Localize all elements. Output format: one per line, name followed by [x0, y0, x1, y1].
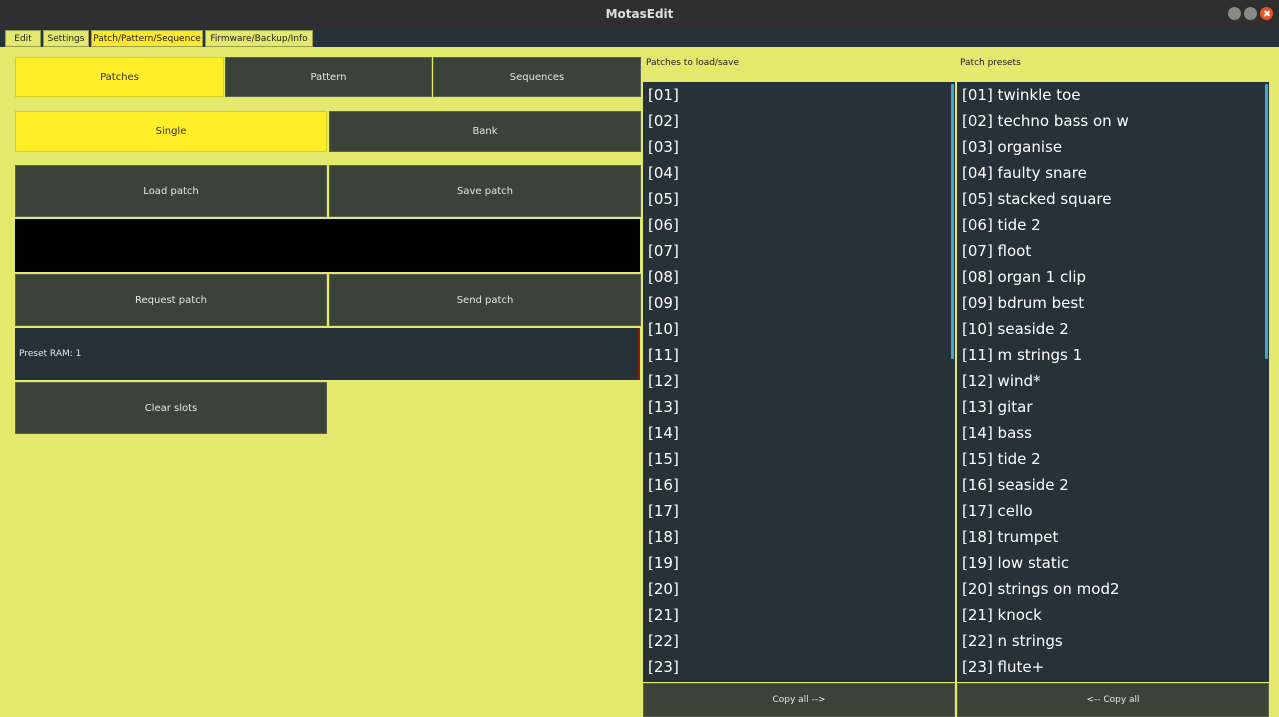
list-item[interactable]: [22]	[643, 628, 955, 654]
patch-presets-list[interactable]: [01] twinkle toe [02] techno bass on w […	[957, 82, 1269, 682]
maximize-icon[interactable]	[1244, 7, 1257, 20]
list-item[interactable]: [17] cello	[957, 498, 1269, 524]
list-item[interactable]: [11]	[643, 342, 955, 368]
list-item[interactable]: [16] seaside 2	[957, 472, 1269, 498]
pattern-mode-button[interactable]: Pattern	[225, 57, 432, 97]
list-item[interactable]: [06] tide 2	[957, 212, 1269, 238]
list-item[interactable]: [15]	[643, 446, 955, 472]
list-item[interactable]: [14] bass	[957, 420, 1269, 446]
list-item[interactable]: [02] techno bass on w	[957, 108, 1269, 134]
list-item[interactable]: [01] twinkle toe	[957, 82, 1269, 108]
clear-slots-button[interactable]: Clear slots	[15, 382, 327, 434]
list-item[interactable]: [14]	[643, 420, 955, 446]
patch-presets-header: Patch presets	[960, 58, 1021, 68]
list-item[interactable]: [21] knock	[957, 602, 1269, 628]
list-item[interactable]: [18] trumpet	[957, 524, 1269, 550]
title-bar: MotasEdit	[0, 0, 1279, 28]
list-item[interactable]: [19]	[643, 550, 955, 576]
list-item[interactable]: [15] tide 2	[957, 446, 1269, 472]
list-item[interactable]: [08] organ 1 clip	[957, 264, 1269, 290]
list-item[interactable]: [02]	[643, 108, 955, 134]
tab-edit[interactable]: Edit	[5, 30, 41, 47]
bank-scope-button[interactable]: Bank	[329, 111, 641, 152]
list-item[interactable]: [21]	[643, 602, 955, 628]
list-item[interactable]: [11] m strings 1	[957, 342, 1269, 368]
list-item[interactable]: [10] seaside 2	[957, 316, 1269, 342]
list-item[interactable]: [23]	[643, 654, 955, 680]
window-controls	[1228, 7, 1273, 20]
list-item[interactable]: [04] faulty snare	[957, 160, 1269, 186]
tab-patch-pattern-sequence[interactable]: Patch/Pattern/Sequence	[91, 30, 203, 47]
send-patch-button[interactable]: Send patch	[329, 274, 641, 326]
patches-to-load-save-header: Patches to load/save	[646, 58, 740, 68]
list-item[interactable]: [07]	[643, 238, 955, 264]
close-icon[interactable]	[1260, 7, 1273, 20]
list-item[interactable]: [20]	[643, 576, 955, 602]
patches-slot-list[interactable]: [01] [02] [03] [04] [05] [06] [07] [08] …	[643, 82, 955, 682]
patches-scrollbar[interactable]	[951, 84, 954, 359]
preset-ram-field[interactable]: Preset RAM: 1	[15, 328, 640, 380]
list-item[interactable]: [06]	[643, 212, 955, 238]
list-item[interactable]: [07] floot	[957, 238, 1269, 264]
list-item[interactable]: [05] stacked square	[957, 186, 1269, 212]
list-item[interactable]: [10]	[643, 316, 955, 342]
list-item[interactable]: [22] n strings	[957, 628, 1269, 654]
list-item[interactable]: [03]	[643, 134, 955, 160]
list-item[interactable]: [04]	[643, 160, 955, 186]
request-patch-button[interactable]: Request patch	[15, 274, 327, 326]
list-item[interactable]: [08]	[643, 264, 955, 290]
patch-display-area	[15, 219, 640, 272]
list-item[interactable]: [23] flute+	[957, 654, 1269, 680]
load-patch-button[interactable]: Load patch	[15, 165, 327, 217]
tab-settings[interactable]: Settings	[43, 30, 89, 47]
list-item[interactable]: [12]	[643, 368, 955, 394]
list-item[interactable]: [17]	[643, 498, 955, 524]
presets-scrollbar[interactable]	[1265, 84, 1268, 359]
tab-firmware-backup-info[interactable]: Firmware/Backup/Info	[205, 30, 313, 47]
save-patch-button[interactable]: Save patch	[329, 165, 641, 217]
list-item[interactable]: [03] organise	[957, 134, 1269, 160]
list-item[interactable]: [16]	[643, 472, 955, 498]
list-item[interactable]: [13] gitar	[957, 394, 1269, 420]
window-title: MotasEdit	[605, 7, 674, 21]
copy-all-left-button[interactable]: <-- Copy all	[957, 683, 1269, 717]
list-item[interactable]: [18]	[643, 524, 955, 550]
list-item[interactable]: [09] bdrum best	[957, 290, 1269, 316]
list-item[interactable]: [05]	[643, 186, 955, 212]
minimize-icon[interactable]	[1228, 7, 1241, 20]
list-item[interactable]: [19] low static	[957, 550, 1269, 576]
patches-mode-button[interactable]: Patches	[15, 57, 224, 97]
list-item[interactable]: [01]	[643, 82, 955, 108]
single-scope-button[interactable]: Single	[15, 111, 327, 152]
copy-all-right-button[interactable]: Copy all -->	[643, 683, 955, 717]
list-item[interactable]: [13]	[643, 394, 955, 420]
list-item[interactable]: [09]	[643, 290, 955, 316]
list-item[interactable]: [20] strings on mod2	[957, 576, 1269, 602]
sequences-mode-button[interactable]: Sequences	[433, 57, 641, 97]
list-item[interactable]: [12] wind*	[957, 368, 1269, 394]
